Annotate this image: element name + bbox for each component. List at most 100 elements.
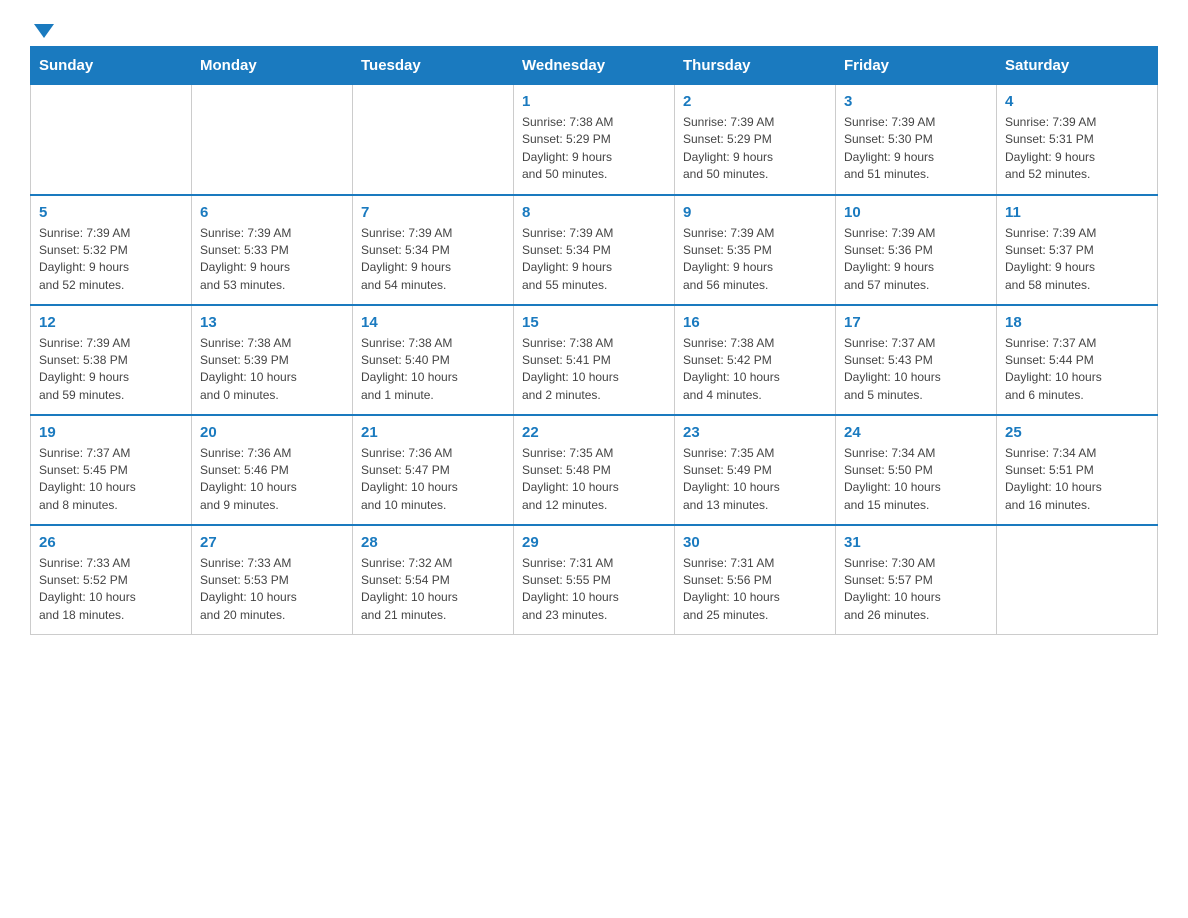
calendar-cell: 5Sunrise: 7:39 AM Sunset: 5:32 PM Daylig…	[31, 195, 192, 305]
day-info: Sunrise: 7:39 AM Sunset: 5:34 PM Dayligh…	[522, 225, 666, 295]
weekday-header-saturday: Saturday	[997, 47, 1158, 85]
day-info: Sunrise: 7:34 AM Sunset: 5:50 PM Dayligh…	[844, 445, 988, 515]
calendar-header-row: SundayMondayTuesdayWednesdayThursdayFrid…	[31, 47, 1158, 85]
weekday-header-sunday: Sunday	[31, 47, 192, 85]
calendar-week-row: 19 Sunrise: 7:37 AM Sunset: 5:45 PM Dayli…	[31, 415, 1158, 525]
day-info: Sunrise: 7:39 AM Sunset: 5:29 PM Dayligh…	[683, 114, 827, 184]
calendar-cell: 22 Sunrise: 7:35 AM Sunset: 5:48 PM Dayli…	[514, 415, 675, 525]
calendar-cell: 12Sunrise: 7:39 AM Sunset: 5:38 PM Dayli…	[31, 305, 192, 415]
day-number: 31	[844, 534, 988, 551]
calendar-week-row: 5Sunrise: 7:39 AM Sunset: 5:32 PM Daylig…	[31, 195, 1158, 305]
calendar-cell: 26Sunrise: 7:33 AM Sunset: 5:52 PM Dayli…	[31, 525, 192, 635]
weekday-header-thursday: Thursday	[675, 47, 836, 85]
day-info: Sunrise: 7:38 AM Sunset: 5:39 PM Dayligh…	[200, 335, 344, 405]
day-number: 8	[522, 204, 666, 221]
calendar-cell	[192, 85, 353, 195]
weekday-header-friday: Friday	[836, 47, 997, 85]
weekday-header-tuesday: Tuesday	[353, 47, 514, 85]
calendar-cell: 4 Sunrise: 7:39 AM Sunset: 5:31 PM Daylig…	[997, 85, 1158, 195]
logo	[30, 20, 54, 36]
calendar-cell: 25Sunrise: 7:34 AM Sunset: 5:51 PM Dayli…	[997, 415, 1158, 525]
calendar-week-row: 1 Sunrise: 7:38 AM Sunset: 5:29 PM Daylig…	[31, 85, 1158, 195]
day-number: 17	[844, 314, 988, 331]
day-info: Sunrise: 7:37 AM Sunset: 5:45 PM Dayligh…	[39, 445, 183, 515]
calendar-cell: 28 Sunrise: 7:32 AM Sunset: 5:54 PM Dayli…	[353, 525, 514, 635]
day-number: 6	[200, 204, 344, 221]
day-number: 12	[39, 314, 183, 331]
day-info: Sunrise: 7:33 AM Sunset: 5:52 PM Dayligh…	[39, 555, 183, 625]
day-number: 18	[1005, 314, 1149, 331]
day-info: Sunrise: 7:37 AM Sunset: 5:44 PM Dayligh…	[1005, 335, 1149, 405]
day-number: 1	[522, 93, 666, 110]
day-info: Sunrise: 7:39 AM Sunset: 5:33 PM Dayligh…	[200, 225, 344, 295]
day-number: 27	[200, 534, 344, 551]
day-info: Sunrise: 7:36 AM Sunset: 5:47 PM Dayligh…	[361, 445, 505, 515]
calendar-table: SundayMondayTuesdayWednesdayThursdayFrid…	[30, 46, 1158, 635]
day-number: 16	[683, 314, 827, 331]
day-info: Sunrise: 7:31 AM Sunset: 5:55 PM Dayligh…	[522, 555, 666, 625]
day-info: Sunrise: 7:39 AM Sunset: 5:31 PM Dayligh…	[1005, 114, 1149, 184]
calendar-cell: 17 Sunrise: 7:37 AM Sunset: 5:43 PM Dayli…	[836, 305, 997, 415]
day-number: 28	[361, 534, 505, 551]
day-number: 15	[522, 314, 666, 331]
day-info: Sunrise: 7:30 AM Sunset: 5:57 PM Dayligh…	[844, 555, 988, 625]
calendar-cell	[353, 85, 514, 195]
day-info: Sunrise: 7:39 AM Sunset: 5:37 PM Dayligh…	[1005, 225, 1149, 295]
calendar-cell: 14 Sunrise: 7:38 AM Sunset: 5:40 PM Dayli…	[353, 305, 514, 415]
day-info: Sunrise: 7:39 AM Sunset: 5:32 PM Dayligh…	[39, 225, 183, 295]
day-number: 4	[1005, 93, 1149, 110]
calendar-cell: 19 Sunrise: 7:37 AM Sunset: 5:45 PM Dayli…	[31, 415, 192, 525]
day-number: 21	[361, 424, 505, 441]
day-info: Sunrise: 7:33 AM Sunset: 5:53 PM Dayligh…	[200, 555, 344, 625]
day-number: 24	[844, 424, 988, 441]
day-number: 20	[200, 424, 344, 441]
logo-arrow-icon	[34, 24, 54, 38]
day-info: Sunrise: 7:31 AM Sunset: 5:56 PM Dayligh…	[683, 555, 827, 625]
calendar-cell: 2 Sunrise: 7:39 AM Sunset: 5:29 PM Daylig…	[675, 85, 836, 195]
day-info: Sunrise: 7:34 AM Sunset: 5:51 PM Dayligh…	[1005, 445, 1149, 515]
calendar-cell: 1 Sunrise: 7:38 AM Sunset: 5:29 PM Daylig…	[514, 85, 675, 195]
calendar-cell: 3Sunrise: 7:39 AM Sunset: 5:30 PM Daylig…	[836, 85, 997, 195]
calendar-cell: 10 Sunrise: 7:39 AM Sunset: 5:36 PM Dayli…	[836, 195, 997, 305]
day-info: Sunrise: 7:35 AM Sunset: 5:48 PM Dayligh…	[522, 445, 666, 515]
day-info: Sunrise: 7:39 AM Sunset: 5:36 PM Dayligh…	[844, 225, 988, 295]
logo-general	[30, 20, 54, 38]
day-number: 29	[522, 534, 666, 551]
day-number: 23	[683, 424, 827, 441]
calendar-cell: 18 Sunrise: 7:37 AM Sunset: 5:44 PM Dayli…	[997, 305, 1158, 415]
day-info: Sunrise: 7:38 AM Sunset: 5:42 PM Dayligh…	[683, 335, 827, 405]
page-header	[30, 20, 1158, 36]
day-info: Sunrise: 7:38 AM Sunset: 5:29 PM Dayligh…	[522, 114, 666, 184]
day-info: Sunrise: 7:35 AM Sunset: 5:49 PM Dayligh…	[683, 445, 827, 515]
calendar-cell: 9 Sunrise: 7:39 AM Sunset: 5:35 PM Daylig…	[675, 195, 836, 305]
calendar-cell: 8 Sunrise: 7:39 AM Sunset: 5:34 PM Daylig…	[514, 195, 675, 305]
day-info: Sunrise: 7:38 AM Sunset: 5:41 PM Dayligh…	[522, 335, 666, 405]
weekday-header-monday: Monday	[192, 47, 353, 85]
day-number: 3	[844, 93, 988, 110]
day-info: Sunrise: 7:36 AM Sunset: 5:46 PM Dayligh…	[200, 445, 344, 515]
calendar-cell: 23 Sunrise: 7:35 AM Sunset: 5:49 PM Dayli…	[675, 415, 836, 525]
calendar-cell: 6 Sunrise: 7:39 AM Sunset: 5:33 PM Daylig…	[192, 195, 353, 305]
day-info: Sunrise: 7:32 AM Sunset: 5:54 PM Dayligh…	[361, 555, 505, 625]
day-info: Sunrise: 7:38 AM Sunset: 5:40 PM Dayligh…	[361, 335, 505, 405]
day-number: 14	[361, 314, 505, 331]
day-number: 19	[39, 424, 183, 441]
day-info: Sunrise: 7:39 AM Sunset: 5:35 PM Dayligh…	[683, 225, 827, 295]
calendar-week-row: 12Sunrise: 7:39 AM Sunset: 5:38 PM Dayli…	[31, 305, 1158, 415]
calendar-cell: 15 Sunrise: 7:38 AM Sunset: 5:41 PM Dayli…	[514, 305, 675, 415]
calendar-cell: 11Sunrise: 7:39 AM Sunset: 5:37 PM Dayli…	[997, 195, 1158, 305]
day-info: Sunrise: 7:37 AM Sunset: 5:43 PM Dayligh…	[844, 335, 988, 405]
calendar-cell: 7 Sunrise: 7:39 AM Sunset: 5:34 PM Daylig…	[353, 195, 514, 305]
day-number: 2	[683, 93, 827, 110]
calendar-cell: 29 Sunrise: 7:31 AM Sunset: 5:55 PM Dayli…	[514, 525, 675, 635]
day-info: Sunrise: 7:39 AM Sunset: 5:34 PM Dayligh…	[361, 225, 505, 295]
day-number: 9	[683, 204, 827, 221]
day-number: 22	[522, 424, 666, 441]
day-number: 7	[361, 204, 505, 221]
calendar-cell	[997, 525, 1158, 635]
calendar-cell: 20 Sunrise: 7:36 AM Sunset: 5:46 PM Dayli…	[192, 415, 353, 525]
calendar-cell: 30Sunrise: 7:31 AM Sunset: 5:56 PM Dayli…	[675, 525, 836, 635]
calendar-week-row: 26Sunrise: 7:33 AM Sunset: 5:52 PM Dayli…	[31, 525, 1158, 635]
calendar-cell	[31, 85, 192, 195]
day-number: 10	[844, 204, 988, 221]
